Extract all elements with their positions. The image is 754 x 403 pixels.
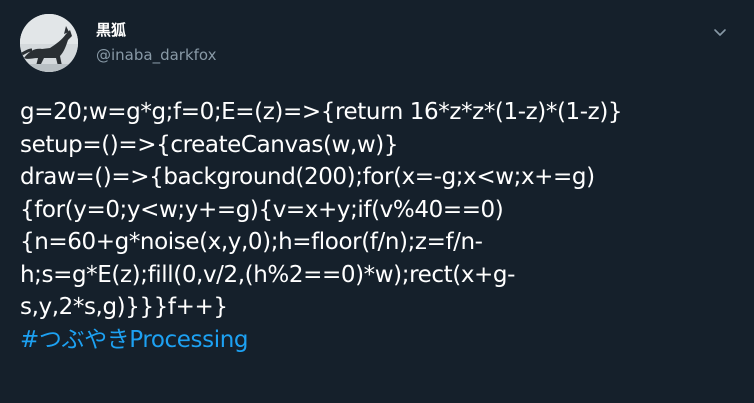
display-name[interactable]: 黒狐 <box>96 20 126 40</box>
code-line: {for(y=0;y<w;y+=g){v=x+y;if(v%40==0) <box>20 196 504 223</box>
user-handle[interactable]: @inaba_darkfox <box>96 45 217 65</box>
tweet-card: 黒狐 @inaba_darkfox g=20;w=g*g;f=0;E=(z)=>… <box>0 0 754 403</box>
code-line: draw=()=>{background(200);for(x=-g;x<w;x… <box>20 164 595 190</box>
code-line: g=20;w=g*g;f=0;E=(z)=>{return 16*z*z*(1-… <box>20 99 623 125</box>
code-line: {n=60+g*noise(x,y,0);h=floor(f/n);z=f/n- <box>20 229 483 255</box>
chevron-down-icon[interactable] <box>706 18 734 46</box>
code-line: s,y,2*s,g)}}}f++} <box>20 294 228 320</box>
tweet-text: g=20;w=g*g;f=0;E=(z)=>{return 16*z*z*(1-… <box>20 96 740 356</box>
code-line: setup=()=>{createCanvas(w,w)} <box>20 131 399 158</box>
hashtag-link[interactable]: #つぶやきProcessing <box>20 324 740 357</box>
fox-avatar-icon[interactable] <box>20 14 78 72</box>
code-line: h;s=g*E(z);fill(0,v/2,(h%2==0)*w);rect(x… <box>20 261 516 288</box>
